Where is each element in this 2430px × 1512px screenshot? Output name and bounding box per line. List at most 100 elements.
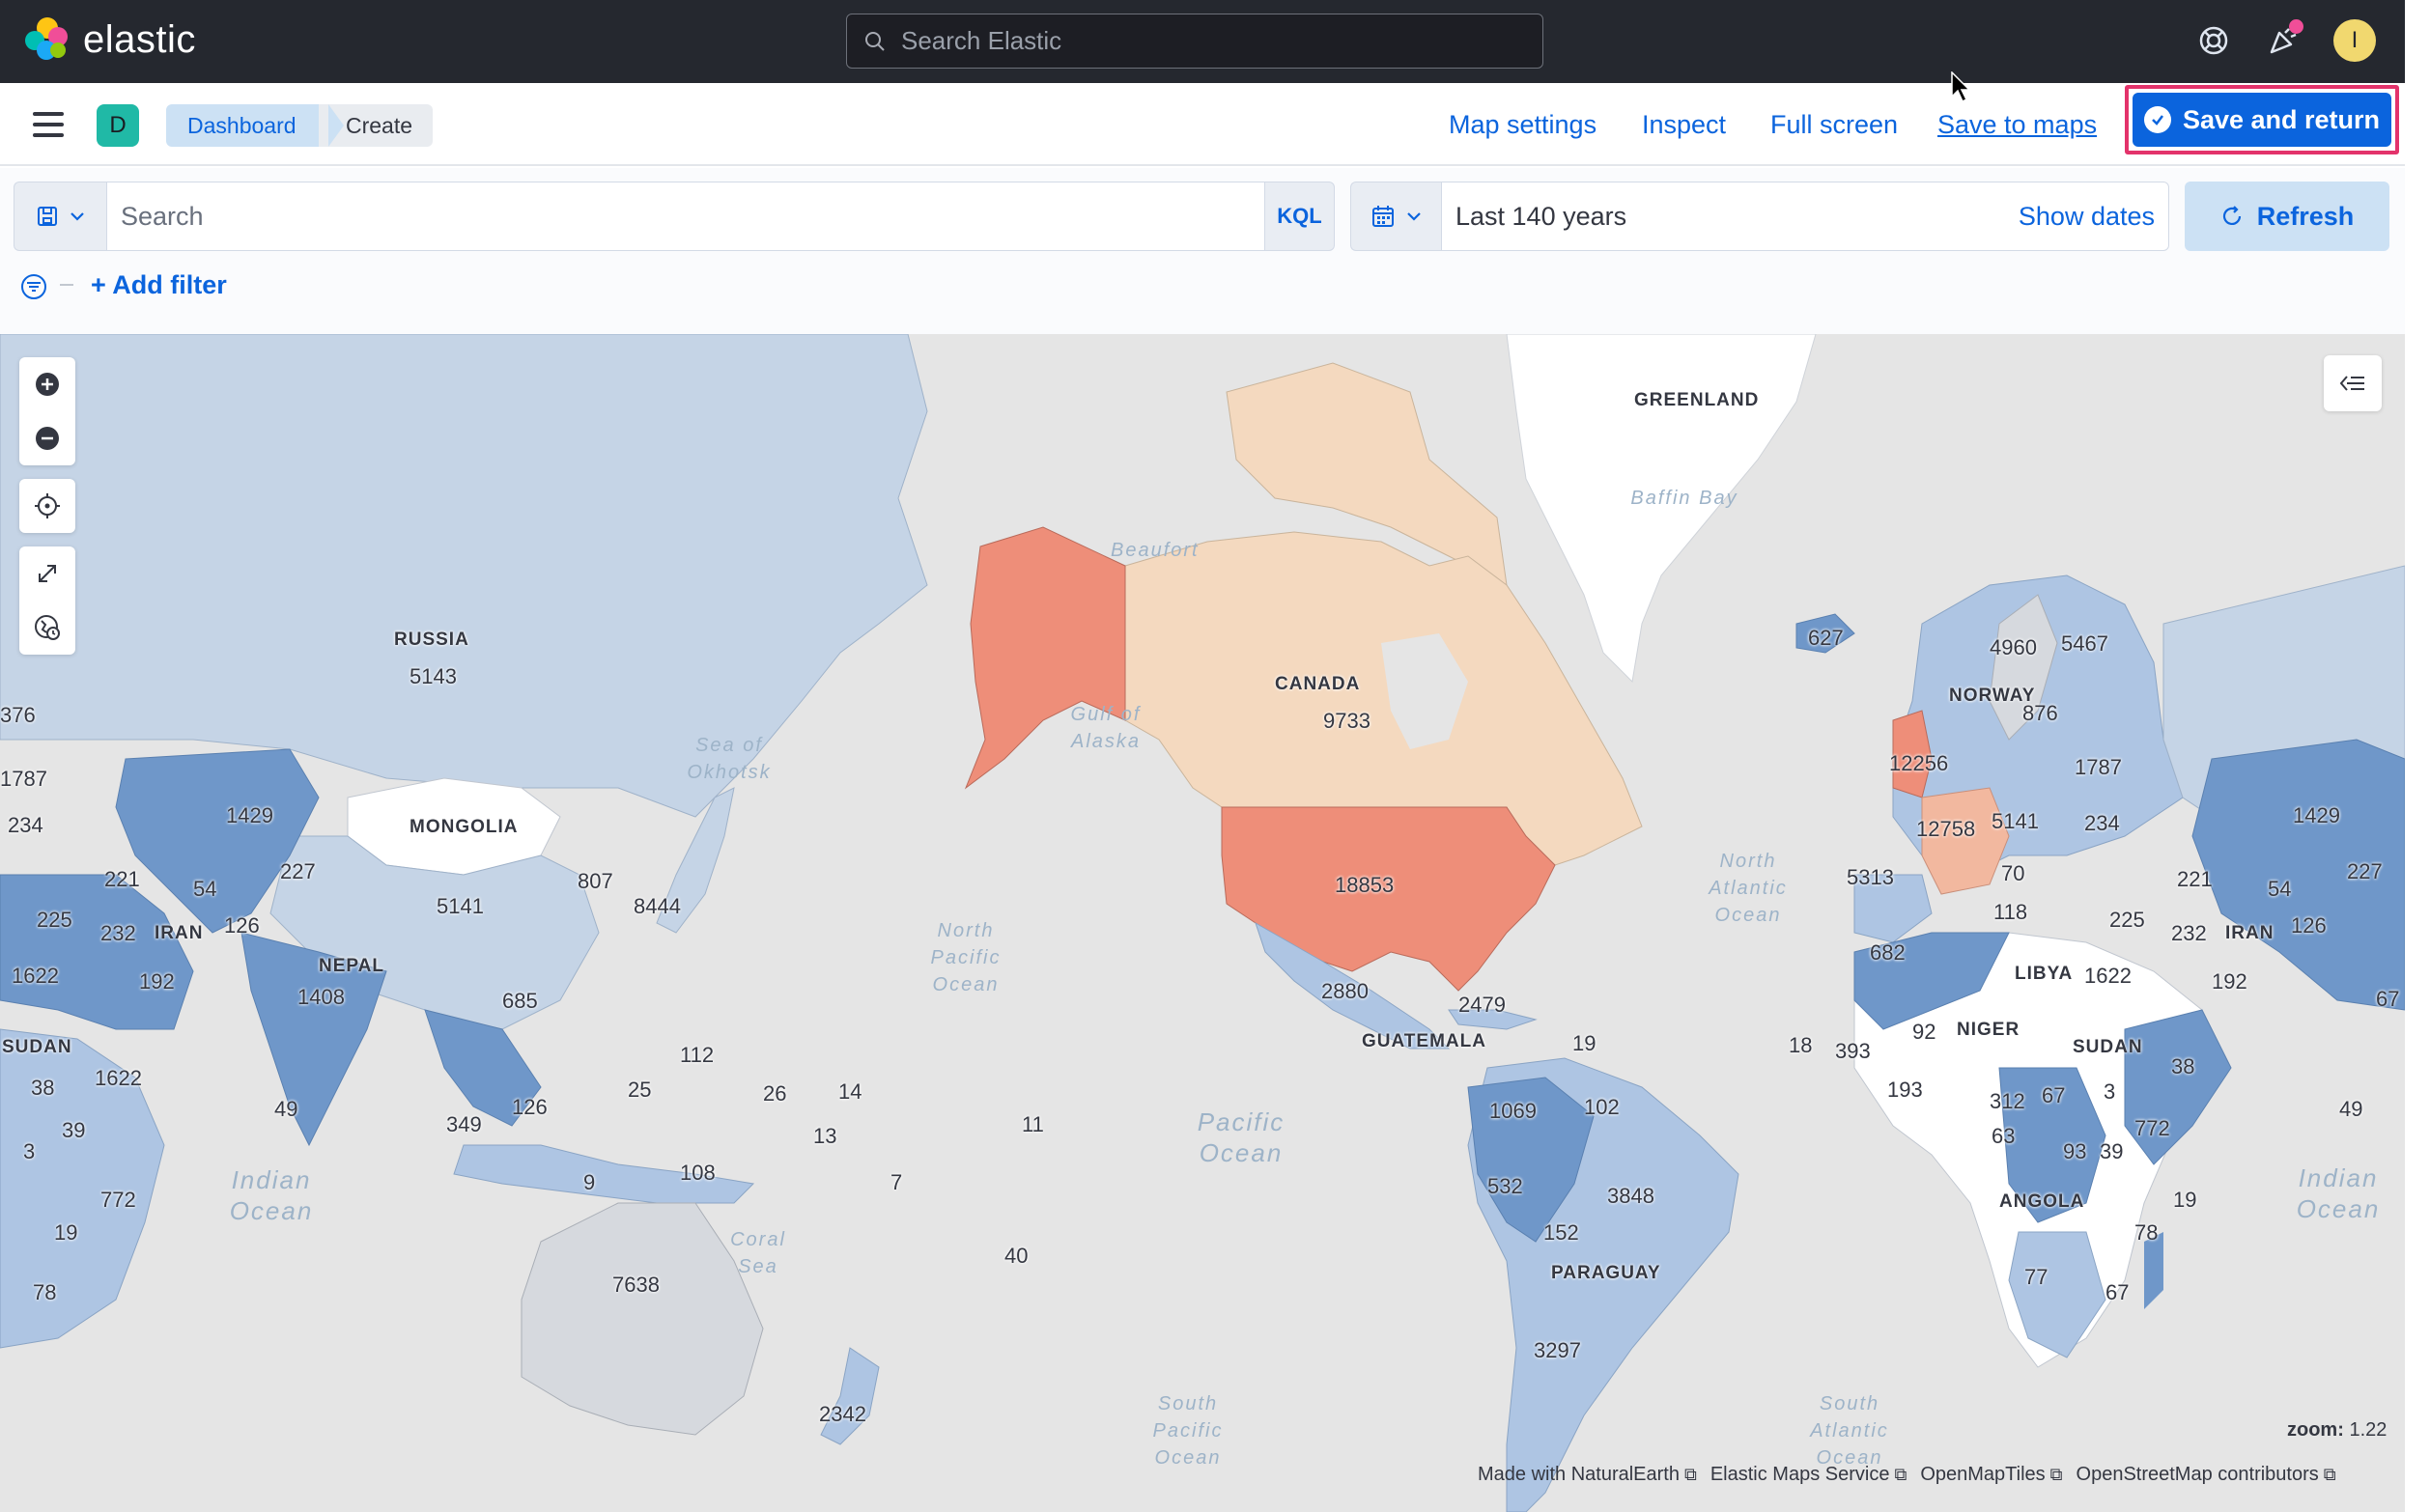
value-label: 376 (0, 703, 36, 727)
add-filter-button[interactable]: + Add filter (91, 270, 227, 300)
ocean-label: North Pacific Ocean (930, 920, 1002, 995)
zoom-level-readout: zoom: 1.22 (2287, 1419, 2387, 1442)
value-label: 807 (578, 869, 613, 893)
user-avatar[interactable]: I (2333, 19, 2376, 62)
plus-circle-icon (36, 373, 59, 396)
quick-date-menu-button[interactable] (1350, 182, 1441, 251)
global-search-input[interactable] (901, 26, 1500, 56)
global-search-box[interactable] (846, 14, 1543, 69)
save-and-return-label: Save and return (2182, 104, 2381, 134)
value-label: 876 (2022, 701, 2058, 725)
value-label: 38 (31, 1076, 55, 1100)
country-label: IRAN (155, 923, 204, 943)
value-label: 227 (280, 859, 316, 883)
top-navigation-bar: elastic I (0, 0, 2405, 83)
timeslider-button[interactable] (19, 601, 75, 655)
menu-left-icon (2339, 376, 2364, 391)
crosshair-icon (35, 493, 60, 518)
elastic-logo[interactable]: elastic (25, 17, 196, 62)
value-label: 67 (2042, 1083, 2066, 1107)
value-label: 225 (37, 908, 72, 932)
value-label: 2342 (819, 1402, 866, 1426)
country-label: GREENLAND (1634, 390, 1760, 410)
value-label: 232 (2171, 921, 2207, 945)
map-settings-link[interactable]: Map settings (1449, 110, 1596, 140)
query-search-input[interactable] (106, 182, 1265, 251)
value-label: 5141 (1992, 809, 2039, 833)
fit-to-data-button[interactable] (19, 546, 75, 601)
ocean-label: Baffin Bay (1630, 488, 1738, 509)
save-to-maps-link[interactable]: Save to maps (1937, 110, 2097, 140)
hamburger-menu-button[interactable] (29, 108, 68, 141)
value-label: 221 (2177, 867, 2213, 891)
usa-region (1221, 806, 1556, 992)
search-icon (865, 31, 885, 51)
value-label: 7638 (612, 1273, 660, 1297)
value-label: 2880 (1321, 979, 1369, 1003)
value-label: 1429 (226, 803, 273, 827)
ocean-label: Sea of Okhotsk (687, 735, 772, 783)
africa-east-region (2124, 1009, 2232, 1165)
space-avatar[interactable]: D (97, 104, 139, 147)
value-label: 112 (680, 1043, 715, 1067)
logo-text: elastic (83, 17, 196, 61)
value-label: 192 (2212, 969, 2247, 994)
show-dates-link[interactable]: Show dates (2019, 202, 2155, 232)
value-label: 2479 (1458, 993, 1506, 1017)
russia-region (0, 334, 928, 818)
menu-icon (33, 112, 64, 116)
query-language-button[interactable]: KQL (1265, 182, 1335, 251)
value-label: 193 (1887, 1078, 1923, 1102)
value-label: 1787 (2075, 755, 2122, 779)
value-label: 54 (2268, 877, 2292, 901)
breadcrumb-dashboard[interactable]: Dashboard (166, 104, 344, 147)
refresh-button[interactable]: Refresh (2185, 182, 2389, 251)
country-label: NEPAL (319, 956, 384, 976)
map-canvas[interactable]: GREENLAND RUSSIA CANADA MONGOLIA IRAN NE… (0, 334, 2405, 1512)
value-label: 19 (1572, 1031, 1596, 1055)
menu-icon-bar (33, 123, 64, 126)
full-screen-link[interactable]: Full screen (1770, 110, 1898, 140)
save-and-return-button[interactable]: Save and return (2133, 93, 2391, 147)
country-label: CANADA (1275, 674, 1361, 694)
zoom-in-button[interactable] (19, 357, 75, 411)
attribution-link[interactable]: OpenMapTiles (1920, 1464, 2062, 1486)
help-button[interactable] (2192, 19, 2235, 62)
value-label: 49 (2339, 1097, 2363, 1121)
date-range-field[interactable]: Last 140 years Show dates (1441, 182, 2169, 251)
value-label: 1429 (2293, 803, 2340, 827)
value-label: 12758 (1916, 817, 1976, 841)
filter-options-icon[interactable] (19, 272, 48, 301)
value-label: 126 (512, 1095, 548, 1119)
attribution-link[interactable]: Made with NaturalEarth (1478, 1464, 1697, 1486)
value-label: 18 (1789, 1033, 1813, 1057)
legend-collapse-button[interactable] (2324, 355, 2382, 411)
attribution-link[interactable]: OpenStreetMap contributors (2077, 1464, 2336, 1486)
attribution-link[interactable]: Elastic Maps Service (1710, 1464, 1907, 1486)
value-label: 312 (1990, 1089, 2025, 1113)
check-circle-icon (2143, 106, 2171, 133)
value-label: 221 (104, 867, 140, 891)
ocean-label: Indian Ocean (229, 1165, 314, 1225)
mouse-cursor-icon (1951, 71, 1971, 103)
country-label: NIGER (1957, 1020, 2020, 1040)
value-label: 12256 (1889, 751, 1949, 775)
saved-query-menu-button[interactable] (14, 182, 106, 251)
news-feed-button[interactable] (2262, 19, 2304, 62)
inspect-link[interactable]: Inspect (1642, 110, 1726, 140)
value-label: 192 (139, 969, 175, 994)
calendar-icon (1371, 206, 1394, 227)
country-label: SUDAN (2, 1037, 72, 1057)
zoom-out-button[interactable] (19, 411, 75, 465)
value-label: 78 (33, 1280, 57, 1304)
value-label: 772 (100, 1188, 136, 1212)
value-label: 70 (2001, 861, 2025, 885)
zoom-label: zoom: (2287, 1419, 2344, 1441)
menu-icon-bar (33, 133, 64, 137)
ocean-label: South Pacific Ocean (1152, 1393, 1224, 1469)
set-view-button[interactable] (19, 479, 75, 533)
notification-dot (2289, 19, 2303, 34)
value-label: 93 (2063, 1139, 2087, 1163)
value-label: 532 (1487, 1174, 1523, 1198)
value-label: 152 (1543, 1220, 1579, 1245)
